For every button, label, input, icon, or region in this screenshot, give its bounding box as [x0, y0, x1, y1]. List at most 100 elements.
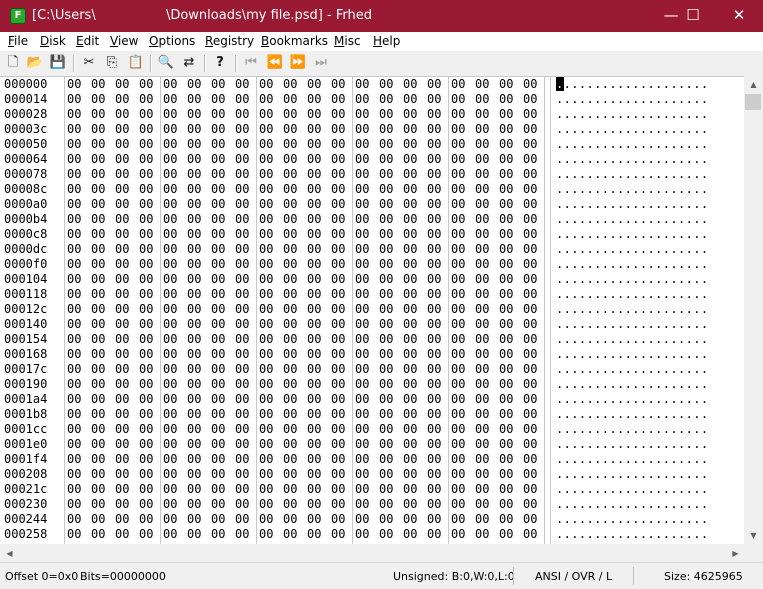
hex-byte[interactable]: 00: [235, 212, 249, 227]
hex-byte[interactable]: 00: [211, 287, 225, 302]
hex-byte[interactable]: 00: [91, 452, 105, 467]
hex-byte[interactable]: 00: [475, 527, 489, 542]
menu-edit[interactable]: Edit: [76, 33, 99, 50]
hex-byte[interactable]: 00: [259, 167, 273, 182]
hex-byte[interactable]: 00: [475, 257, 489, 272]
hex-byte[interactable]: 00: [403, 137, 417, 152]
hex-byte[interactable]: 00: [187, 407, 201, 422]
hex-byte[interactable]: 00: [211, 482, 225, 497]
hex-byte[interactable]: 00: [187, 227, 201, 242]
hex-byte[interactable]: 00: [187, 77, 201, 92]
hex-byte[interactable]: 00: [91, 347, 105, 362]
hex-byte[interactable]: 00: [283, 392, 297, 407]
hex-byte[interactable]: 00: [499, 377, 513, 392]
hex-byte[interactable]: 00: [115, 392, 129, 407]
hex-byte[interactable]: 00: [355, 392, 369, 407]
hex-byte[interactable]: 00: [379, 452, 393, 467]
hex-byte[interactable]: 00: [67, 107, 81, 122]
hex-byte[interactable]: 00: [523, 137, 537, 152]
hex-byte[interactable]: 00: [331, 347, 345, 362]
ascii-column[interactable]: ....................: [556, 242, 709, 257]
hex-byte[interactable]: 00: [259, 107, 273, 122]
hex-byte[interactable]: 00: [499, 77, 513, 92]
hex-byte[interactable]: 00: [355, 212, 369, 227]
hex-byte[interactable]: 00: [115, 167, 129, 182]
menu-bookmarks[interactable]: Bookmarks: [261, 33, 328, 50]
hex-byte[interactable]: 00: [235, 407, 249, 422]
hex-byte[interactable]: 00: [259, 497, 273, 512]
hex-byte[interactable]: 00: [235, 77, 249, 92]
ascii-column[interactable]: ....................: [556, 197, 709, 212]
hex-byte[interactable]: 00: [331, 152, 345, 167]
hex-byte[interactable]: 00: [331, 512, 345, 527]
hex-byte[interactable]: 00: [187, 107, 201, 122]
hex-byte[interactable]: 00: [115, 137, 129, 152]
hex-byte[interactable]: 00: [379, 242, 393, 257]
hex-byte[interactable]: 00: [403, 227, 417, 242]
hex-byte[interactable]: 00: [499, 212, 513, 227]
hex-byte[interactable]: 00: [211, 137, 225, 152]
hex-byte[interactable]: 00: [235, 452, 249, 467]
hex-byte[interactable]: 00: [403, 257, 417, 272]
menu-help[interactable]: Help: [373, 33, 400, 50]
hex-byte[interactable]: 00: [115, 467, 129, 482]
hex-byte[interactable]: 00: [379, 407, 393, 422]
hex-byte[interactable]: 00: [499, 197, 513, 212]
hex-byte[interactable]: 00: [427, 422, 441, 437]
hex-byte[interactable]: 00: [307, 377, 321, 392]
hex-byte[interactable]: 00: [523, 272, 537, 287]
hex-byte[interactable]: 00: [139, 167, 153, 182]
hex-byte[interactable]: 00: [163, 257, 177, 272]
hex-byte[interactable]: 00: [403, 122, 417, 137]
hex-byte[interactable]: 00: [67, 92, 81, 107]
hex-byte[interactable]: 00: [451, 227, 465, 242]
hex-byte[interactable]: 00: [403, 407, 417, 422]
ascii-column[interactable]: ....................: [556, 527, 709, 542]
hex-byte[interactable]: 00: [355, 287, 369, 302]
hex-byte[interactable]: 00: [403, 182, 417, 197]
hex-byte[interactable]: 00: [427, 212, 441, 227]
hex-byte[interactable]: 00: [403, 167, 417, 182]
hex-byte[interactable]: 00: [451, 422, 465, 437]
hex-byte[interactable]: 00: [283, 347, 297, 362]
hex-byte[interactable]: 00: [163, 362, 177, 377]
hex-byte[interactable]: 00: [211, 77, 225, 92]
hex-byte[interactable]: 00: [355, 452, 369, 467]
hex-byte[interactable]: 00: [259, 482, 273, 497]
hex-byte[interactable]: 00: [499, 422, 513, 437]
hex-byte[interactable]: 00: [523, 152, 537, 167]
hex-byte[interactable]: 00: [283, 452, 297, 467]
scroll-up-icon[interactable]: ▲: [744, 76, 763, 93]
hex-byte[interactable]: 00: [379, 467, 393, 482]
hex-byte[interactable]: 00: [307, 302, 321, 317]
hex-byte[interactable]: 00: [67, 437, 81, 452]
hex-byte[interactable]: 00: [91, 92, 105, 107]
hex-byte[interactable]: 00: [187, 467, 201, 482]
hex-byte[interactable]: 00: [403, 497, 417, 512]
hex-byte[interactable]: 00: [307, 182, 321, 197]
hex-byte[interactable]: 00: [499, 242, 513, 257]
hex-byte[interactable]: 00: [139, 77, 153, 92]
hex-byte[interactable]: 00: [475, 212, 489, 227]
hex-byte[interactable]: 00: [427, 437, 441, 452]
hex-byte[interactable]: 00: [523, 332, 537, 347]
hex-byte[interactable]: 00: [163, 227, 177, 242]
hex-byte[interactable]: 00: [499, 107, 513, 122]
hex-byte[interactable]: 00: [379, 437, 393, 452]
hex-byte[interactable]: 00: [307, 407, 321, 422]
hex-byte[interactable]: 00: [331, 332, 345, 347]
hex-byte[interactable]: 00: [259, 422, 273, 437]
hex-byte[interactable]: 00: [499, 407, 513, 422]
hex-byte[interactable]: 00: [115, 272, 129, 287]
hex-byte[interactable]: 00: [235, 197, 249, 212]
hex-byte[interactable]: 00: [307, 107, 321, 122]
hex-byte[interactable]: 00: [379, 302, 393, 317]
hex-byte[interactable]: 00: [163, 512, 177, 527]
hex-byte[interactable]: 00: [139, 197, 153, 212]
hex-byte[interactable]: 00: [379, 257, 393, 272]
hex-byte[interactable]: 00: [307, 422, 321, 437]
scroll-left-icon[interactable]: ◀: [0, 545, 19, 562]
hex-byte[interactable]: 00: [283, 197, 297, 212]
hex-byte[interactable]: 00: [475, 347, 489, 362]
hex-byte[interactable]: 00: [211, 197, 225, 212]
